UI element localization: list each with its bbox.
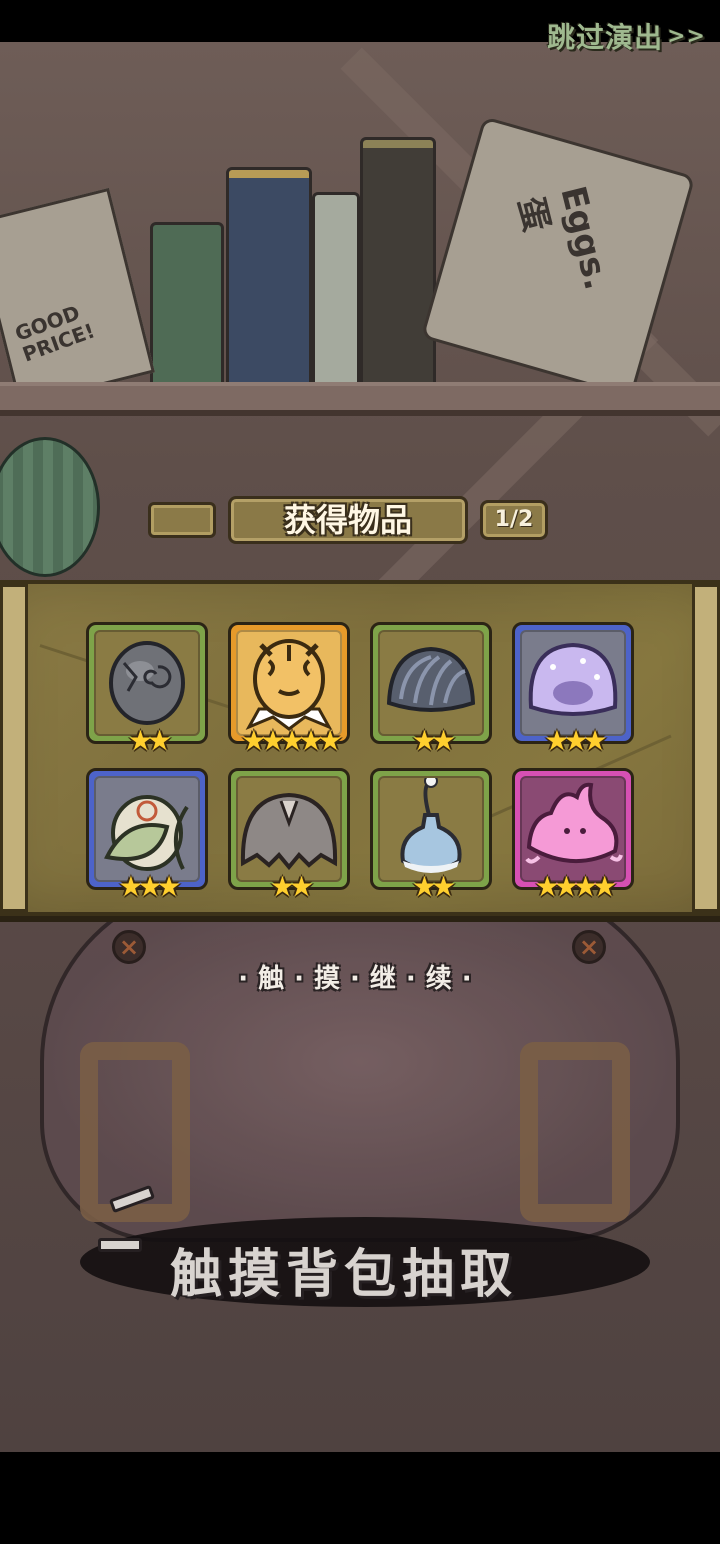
bookshelf	[0, 382, 720, 416]
rarity-stars: ★★★	[118, 870, 181, 903]
slot-background	[236, 776, 342, 882]
slot-background	[378, 776, 484, 882]
slot-background	[378, 630, 484, 736]
slot-background	[520, 630, 626, 736]
reward-slot-4[interactable]: ★★★	[512, 622, 634, 755]
header-left-tab	[148, 502, 216, 538]
leaf-wrapped-egg-icon	[104, 794, 189, 871]
slot-background	[94, 776, 200, 882]
slot-background	[94, 630, 200, 736]
book-white	[312, 192, 360, 392]
reward-slot-7[interactable]: ★★	[370, 768, 492, 901]
reward-item-grid: ★★ ★★★★★ ★★ ★★★ ★★★ ★★ ★★ ★★★★	[86, 622, 634, 901]
reward-header: 获得物品 1/2	[148, 496, 552, 546]
reward-slot-6[interactable]: ★★	[228, 768, 350, 901]
reward-slot-1[interactable]: ★★	[86, 622, 208, 755]
tap-mark-icon-2	[98, 1238, 142, 1252]
rarity-stars: ★★	[269, 870, 314, 903]
rarity-stars: ★★★★★	[241, 724, 343, 757]
reward-title: 获得物品	[228, 496, 468, 544]
reward-slot-3[interactable]: ★★	[370, 622, 492, 755]
page-counter[interactable]: 1/2	[480, 500, 548, 540]
good-price-text: GOOD PRICE!	[11, 300, 98, 367]
rarity-stars: ★★★	[544, 724, 607, 757]
rarity-stars: ★★	[127, 724, 172, 757]
book-dark	[360, 137, 436, 392]
good-price-poster: GOOD PRICE!	[0, 187, 155, 407]
pink-slime-egg-icon	[525, 782, 623, 864]
skip-animation-button[interactable]: 跳过演出 >>	[547, 16, 706, 56]
furry-grey-egg-icon	[240, 792, 338, 871]
slot-background	[236, 630, 342, 736]
purple-jelly-egg-icon	[528, 642, 618, 716]
watermelon-decoration	[0, 437, 100, 577]
backpack-strap-right	[520, 1042, 630, 1222]
bottom-black-bar	[0, 1452, 720, 1544]
slot-background	[520, 776, 626, 882]
touch-bag-label[interactable]: 触摸背包抽取	[170, 1232, 518, 1307]
reward-panel[interactable]: ★★ ★★★★★ ★★ ★★★ ★★★ ★★ ★★ ★★★★	[0, 580, 720, 916]
book-navy	[226, 167, 312, 392]
grey-shell-egg-icon	[386, 646, 476, 712]
panel-edge-right	[692, 584, 720, 912]
cracked-stone-egg-icon	[109, 640, 185, 725]
rarity-stars: ★★	[411, 870, 456, 903]
touch-to-continue-hint[interactable]: ·触·摸·继·续·	[0, 958, 720, 995]
blue-vase-egg-icon	[400, 778, 462, 873]
rarity-stars: ★★★★	[534, 870, 617, 903]
eggs-text: Eggs. 蛋	[509, 182, 617, 294]
panel-edge-left	[0, 584, 28, 912]
reward-slot-5[interactable]: ★★★	[86, 768, 208, 901]
skip-label: 跳过演出	[547, 21, 664, 54]
reward-slot-8[interactable]: ★★★★	[512, 768, 634, 901]
book-green	[150, 222, 224, 392]
tiger-egg-icon	[245, 638, 333, 731]
reward-slot-2[interactable]: ★★★★★	[228, 622, 350, 755]
rarity-stars: ★★	[411, 724, 456, 757]
double-arrow-icon: >>	[667, 23, 706, 49]
